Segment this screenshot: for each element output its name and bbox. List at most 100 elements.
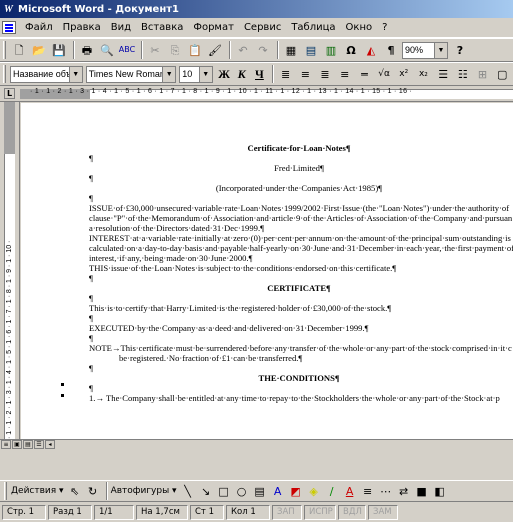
help-icon[interactable]: ? bbox=[451, 41, 469, 59]
scroll-left-arrow[interactable]: ◂ bbox=[45, 440, 55, 449]
spelling-icon[interactable]: ABC bbox=[118, 41, 136, 59]
rotate-icon[interactable]: ↻ bbox=[85, 483, 101, 499]
toolbar-grip[interactable] bbox=[3, 41, 6, 59]
status-trk[interactable]: ИСПР bbox=[304, 504, 336, 520]
paste-icon[interactable]: 📋 bbox=[186, 41, 204, 59]
fill-color-icon[interactable]: ◈ bbox=[306, 483, 322, 499]
chevron-down-icon[interactable]: ▼ bbox=[198, 66, 212, 82]
status-rec[interactable]: ЗАП bbox=[272, 504, 302, 520]
select-pointer-icon[interactable]: ⇖ bbox=[67, 483, 83, 499]
insert-symbol-icon[interactable]: Ω bbox=[342, 41, 360, 59]
status-ovr[interactable]: ЗАМ bbox=[368, 504, 398, 520]
open-folder-icon[interactable]: 📂 bbox=[30, 41, 48, 59]
arrow-tool-icon[interactable]: ↘ bbox=[198, 483, 214, 499]
tab-stop-selector[interactable]: L bbox=[4, 88, 15, 99]
conditions-heading: THE·CONDITIONS¶ bbox=[258, 373, 340, 383]
horizontal-ruler[interactable]: L · 1 · 1 · 2 · 1 · 3 · 1 · 4 · 1 · 5 · … bbox=[0, 86, 513, 102]
dash-style-icon[interactable]: ⋯ bbox=[378, 483, 394, 499]
zoom-select[interactable]: 90% ▼ bbox=[402, 41, 448, 59]
clipart-icon[interactable]: ◩ bbox=[288, 483, 304, 499]
menu-edit[interactable]: Правка bbox=[58, 22, 106, 33]
equation-icon[interactable]: √α bbox=[375, 65, 393, 83]
insert-excel-icon[interactable]: ▥ bbox=[322, 41, 340, 59]
toolbar-grip[interactable] bbox=[4, 482, 7, 500]
cut-icon[interactable]: ✂ bbox=[146, 41, 164, 59]
line-style-icon[interactable]: ≡ bbox=[360, 483, 376, 499]
interest-line-3: interest,·if·any,·being·made·on·30·June·… bbox=[89, 253, 253, 263]
font-size-value: 10 bbox=[182, 69, 193, 79]
menu-format[interactable]: Формат bbox=[188, 22, 239, 33]
menu-table[interactable]: Таблица bbox=[286, 22, 340, 33]
line-tool-icon[interactable]: ╲ bbox=[180, 483, 196, 499]
menu-insert[interactable]: Вставка bbox=[136, 22, 188, 33]
borders-icon[interactable]: ⊞ bbox=[474, 65, 492, 83]
shadow-icon[interactable]: ■ bbox=[414, 483, 430, 499]
superscript-icon[interactable]: x² bbox=[395, 65, 413, 83]
line-marker bbox=[61, 383, 64, 386]
menu-window[interactable]: Окно bbox=[341, 22, 378, 33]
align-center-icon[interactable]: ≡ bbox=[296, 65, 314, 83]
line-icon[interactable]: ═ bbox=[356, 65, 374, 83]
align-right-icon[interactable]: ≣ bbox=[316, 65, 334, 83]
status-ext[interactable]: ВДЛ bbox=[338, 504, 366, 520]
document-page[interactable]: Certificate·for·Loan·Notes¶ ¶ Fred·Limit… bbox=[21, 103, 513, 439]
normal-view-button[interactable]: ≡ bbox=[1, 440, 11, 449]
format-painter-icon[interactable]: 🖌 bbox=[206, 41, 224, 59]
textbox-tool-icon[interactable]: ▤ bbox=[252, 483, 268, 499]
new-document-icon[interactable]: 🗋 bbox=[10, 41, 28, 59]
copy-icon[interactable]: ⎘ bbox=[166, 41, 184, 59]
paragraph-mark: ¶ bbox=[89, 153, 93, 163]
print-icon[interactable]: 🖶 bbox=[78, 41, 96, 59]
chevron-down-icon[interactable]: ▼ bbox=[68, 66, 82, 82]
bullet-list-icon[interactable]: ☷ bbox=[454, 65, 472, 83]
autoshapes-menu[interactable]: Автофигуры ▾ bbox=[111, 486, 177, 496]
drawing-icon[interactable]: ◭ bbox=[362, 41, 380, 59]
document-body[interactable]: Certificate·for·Loan·Notes¶ ¶ Fred·Limit… bbox=[89, 143, 513, 403]
outline-view-button[interactable]: ☰ bbox=[34, 440, 44, 449]
rectangle-tool-icon[interactable]: □ bbox=[216, 483, 232, 499]
outside-border-icon[interactable]: ▢ bbox=[493, 65, 511, 83]
redo-icon[interactable]: ↷ bbox=[254, 41, 272, 59]
subscript-icon[interactable]: x₂ bbox=[415, 65, 433, 83]
layout-view-button[interactable]: ▤ bbox=[23, 440, 33, 449]
arrow-style-icon[interactable]: ⇄ bbox=[396, 483, 412, 499]
line-color-icon[interactable]: ∕ bbox=[324, 483, 340, 499]
insert-table-icon[interactable]: ▤ bbox=[302, 41, 320, 59]
font-color-icon[interactable]: A bbox=[342, 483, 358, 499]
print-preview-icon[interactable]: 🔍 bbox=[98, 41, 116, 59]
status-position: На 1,7см bbox=[136, 504, 188, 520]
chevron-down-icon[interactable]: ▼ bbox=[162, 66, 176, 82]
drawing-toolbar: Действия ▾ ⇖ ↻ Автофигуры ▾ ╲ ↘ □ ○ ▤ A … bbox=[0, 480, 513, 502]
actions-menu[interactable]: Действия ▾ bbox=[11, 486, 64, 496]
status-section: Разд 1 bbox=[48, 504, 92, 520]
font-size-select[interactable]: 10 ▼ bbox=[179, 65, 213, 83]
condition-item-1: 1.→ The·Company·shall·be·entitled·at·any… bbox=[89, 393, 500, 403]
status-bar: Стр. 1 Разд 1 1/1 На 1,7см Ст 1 Кол 1 ЗА… bbox=[0, 502, 513, 522]
chevron-down-icon[interactable]: ▼ bbox=[434, 42, 447, 58]
align-left-icon[interactable]: ≣ bbox=[277, 65, 295, 83]
oval-tool-icon[interactable]: ○ bbox=[234, 483, 250, 499]
justify-icon[interactable]: ≡ bbox=[336, 65, 354, 83]
menu-tools[interactable]: Сервис bbox=[239, 22, 286, 33]
undo-icon[interactable]: ↶ bbox=[234, 41, 252, 59]
web-view-button[interactable]: ▣ bbox=[12, 440, 22, 449]
tables-borders-icon[interactable]: ▦ bbox=[282, 41, 300, 59]
show-formatting-icon[interactable]: ¶ bbox=[382, 41, 400, 59]
toolbar-separator bbox=[73, 41, 75, 59]
italic-button[interactable]: К bbox=[233, 65, 250, 83]
menu-help[interactable]: ? bbox=[377, 22, 392, 33]
wordart-icon[interactable]: A bbox=[270, 483, 286, 499]
underline-button[interactable]: Ч bbox=[251, 65, 268, 83]
menu-file[interactable]: Файл bbox=[20, 22, 58, 33]
numbered-list-icon[interactable]: ☰ bbox=[434, 65, 452, 83]
document-icon[interactable] bbox=[2, 21, 16, 34]
style-select[interactable]: Название объек ▼ bbox=[9, 65, 83, 83]
vertical-ruler[interactable]: · 1 · 1 · 2 · 1 · 3 · 1 · 4 · 1 · 5 · 1 … bbox=[0, 102, 20, 439]
save-icon[interactable]: 💾 bbox=[50, 41, 68, 59]
toolbar-grip[interactable] bbox=[3, 65, 6, 83]
bold-button[interactable]: Ж bbox=[216, 65, 233, 83]
menu-view[interactable]: Вид bbox=[106, 22, 136, 33]
font-select[interactable]: Times New Roman ▼ bbox=[85, 65, 177, 83]
toolbar-separator bbox=[141, 41, 143, 59]
3d-icon[interactable]: ◧ bbox=[432, 483, 448, 499]
